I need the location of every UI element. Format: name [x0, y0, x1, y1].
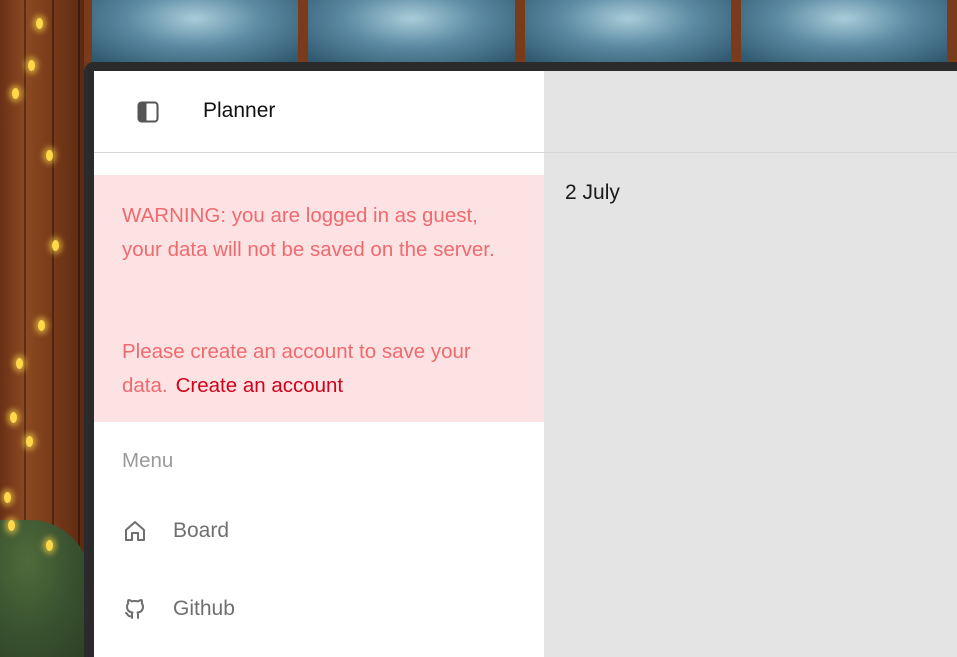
app-title: Planner	[203, 99, 276, 122]
create-account-prompt: Please create an account to save your da…	[122, 335, 522, 403]
guest-warning-banner: WARNING: you are logged in as guest, you…	[94, 175, 544, 422]
guest-warning-text: WARNING: you are logged in as guest, you…	[122, 204, 495, 261]
sidebar-toggle-icon	[137, 101, 159, 123]
main-header	[544, 71, 957, 153]
github-icon	[122, 596, 148, 622]
home-icon	[122, 518, 148, 544]
sidebar: Planner WARNING: you are logged in as gu…	[94, 71, 544, 657]
wallpaper-window-scene	[84, 0, 957, 62]
app-window: Planner WARNING: you are logged in as gu…	[84, 62, 957, 657]
nav-item-board[interactable]: Board	[122, 514, 522, 548]
sidebar-header: Planner	[94, 71, 544, 153]
menu-heading: Menu	[122, 449, 174, 472]
nav-item-label: Github	[173, 597, 235, 620]
sidebar-toggle-button[interactable]	[137, 101, 159, 123]
create-account-link[interactable]: Create an account	[176, 374, 344, 397]
nav-item-github[interactable]: Github	[122, 592, 522, 626]
nav-item-label: Board	[173, 519, 230, 542]
current-date: 2 July	[565, 181, 620, 204]
main-content: 2 July	[544, 71, 957, 657]
